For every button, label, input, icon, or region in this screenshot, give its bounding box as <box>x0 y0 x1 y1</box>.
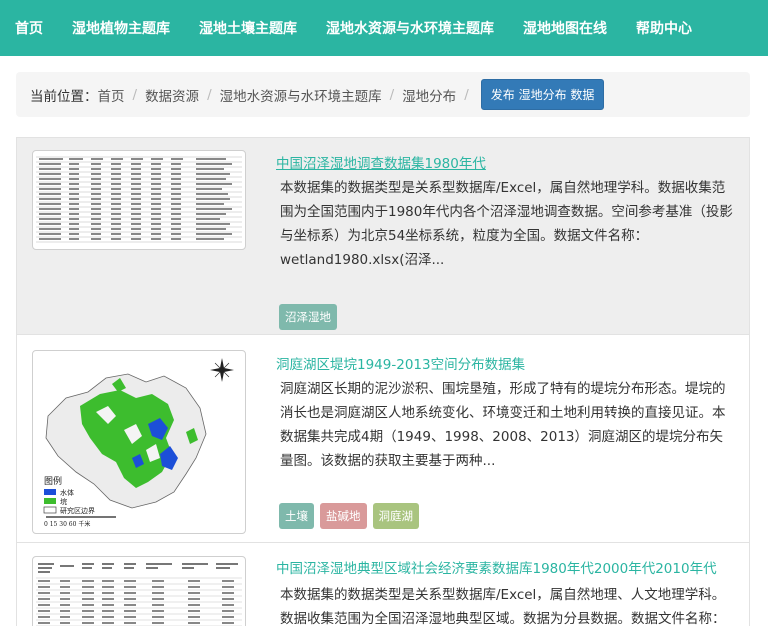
tag-swamp-wetland[interactable]: 沼泽湿地 <box>279 304 337 330</box>
dataset-title-link[interactable]: 洞庭湖区堤垸1949-2013空间分布数据集 <box>276 353 525 373</box>
results-list: 中国沼泽湿地调查数据集1980年代 本数据集的数据类型是关系型数据库/Excel… <box>16 137 750 626</box>
list-item: 中国沼泽湿地典型区域社会经济要素数据库1980年代2000年代2010年代 本数… <box>17 544 749 626</box>
dataset-description: 洞庭湖区长期的泥沙淤积、围垸垦殖，形成了特有的堤垸分布形态。堤垸的消长也是洞庭湖… <box>280 381 726 469</box>
dataset-thumbnail[interactable]: 图例 水体 垸 研究区边界 0 15 30 60 千米 <box>32 350 246 534</box>
breadcrumb-separator: / <box>132 86 138 103</box>
breadcrumb-water-library[interactable]: 湿地水资源与水环境主题库 <box>220 85 382 105</box>
breadcrumb-label: 当前位置： <box>30 88 98 105</box>
breadcrumb-separator: / <box>207 86 212 103</box>
map-legend-title: 图例 <box>44 475 62 487</box>
nav-wetland-map[interactable]: 湿地地图在线 <box>523 18 607 38</box>
nav-help[interactable]: 帮助中心 <box>636 18 692 38</box>
list-item: 图例 水体 垸 研究区边界 0 15 30 60 千米 洞庭湖区堤垸1949-2… <box>17 336 749 543</box>
spreadsheet-preview-image <box>36 560 242 626</box>
dongting-lake-map-image: 图例 水体 垸 研究区边界 0 15 30 60 千米 <box>36 354 242 530</box>
tag-list: 土壤 盐碱地 洞庭湖 <box>279 503 419 529</box>
tag-list: 沼泽湿地 <box>279 304 337 330</box>
dataset-thumbnail[interactable] <box>32 556 246 626</box>
map-legend-polder: 垸 <box>60 497 67 506</box>
tag-saline-land[interactable]: 盐碱地 <box>320 503 367 529</box>
breadcrumb-home[interactable]: 首页 <box>98 85 125 105</box>
breadcrumb-separator: / <box>464 86 469 103</box>
nav-wetland-water[interactable]: 湿地水资源与水环境主题库 <box>326 18 494 38</box>
nav-home[interactable]: 首页 <box>15 18 43 38</box>
dataset-title-link[interactable]: 中国沼泽湿地调查数据集1980年代 <box>276 152 486 172</box>
breadcrumb-wetland-distribution[interactable]: 湿地分布 <box>402 85 456 105</box>
tag-dongting-lake[interactable]: 洞庭湖 <box>372 503 419 529</box>
breadcrumb-separator: / <box>389 86 395 103</box>
dataset-thumbnail[interactable] <box>32 150 246 250</box>
map-legend-water: 水体 <box>60 488 74 497</box>
publish-data-button[interactable]: 发布 湿地分布 数据 <box>480 79 605 110</box>
top-navbar: 首页 湿地植物主题库 湿地土壤主题库 湿地水资源与水环境主题库 湿地地图在线 帮… <box>0 0 768 56</box>
dataset-title-link[interactable]: 中国沼泽湿地典型区域社会经济要素数据库1980年代2000年代2010年代 <box>276 557 717 577</box>
breadcrumb: 当前位置： 首页 / 数据资源 / 湿地水资源与水环境主题库 / 湿地分布 / … <box>16 72 750 117</box>
dataset-description: 本数据集的数据类型是关系型数据库/Excel，属自然地理学科。数据收集范围为全国… <box>280 180 733 268</box>
list-item: 中国沼泽湿地调查数据集1980年代 本数据集的数据类型是关系型数据库/Excel… <box>17 138 749 335</box>
nav-wetland-plants[interactable]: 湿地植物主题库 <box>72 18 170 38</box>
nav-wetland-soil[interactable]: 湿地土壤主题库 <box>199 18 297 38</box>
map-scale-bar: 0 15 30 60 千米 <box>44 520 90 528</box>
map-legend-boundary: 研究区边界 <box>60 506 95 515</box>
breadcrumb-data-resources[interactable]: 数据资源 <box>145 85 199 105</box>
spreadsheet-preview-image <box>36 154 242 246</box>
dataset-description: 本数据集的数据类型是关系型数据库/Excel，属自然地理、人文地理学科。数据收集… <box>280 587 726 626</box>
tag-soil[interactable]: 土壤 <box>279 503 314 529</box>
